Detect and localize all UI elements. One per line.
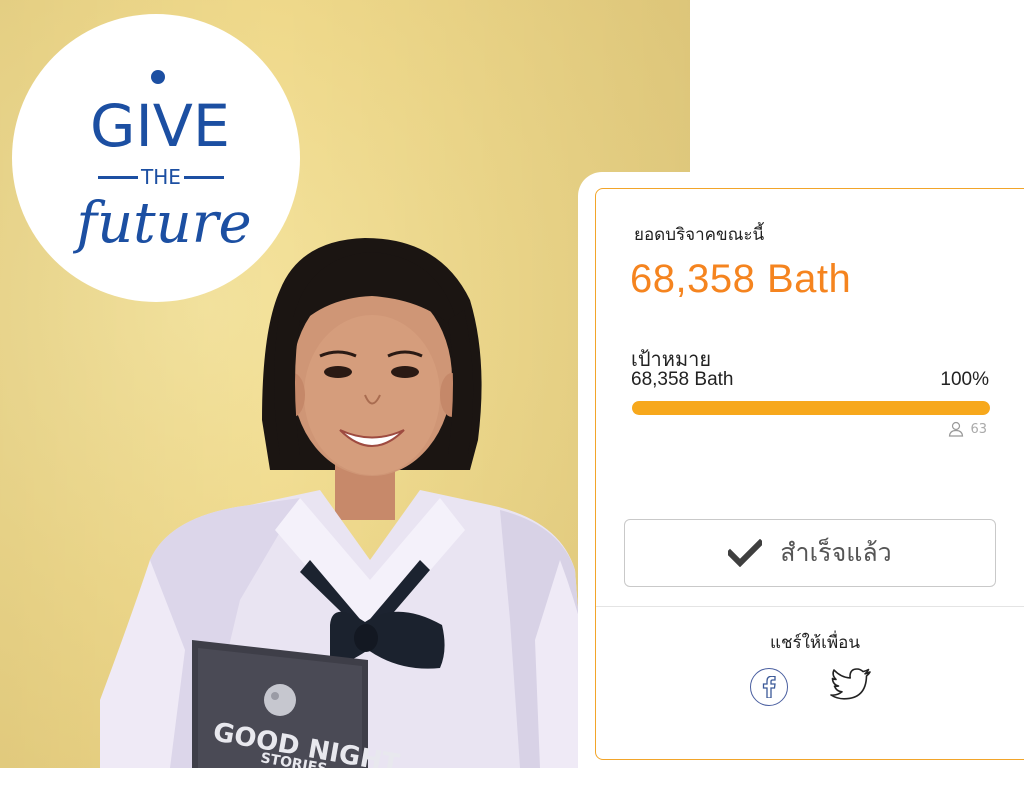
- divider: [596, 606, 1024, 607]
- progress-fill: [632, 401, 990, 415]
- logo-word-the: THE: [140, 165, 181, 189]
- raised-label: ยอดบริจาคขณะนี้: [634, 225, 765, 245]
- share-icons: [750, 667, 872, 707]
- raised-amount: 68,358 Bath: [630, 257, 852, 301]
- share-label: แชร์ให้เพื่อน: [770, 633, 860, 653]
- twitter-share-button[interactable]: [830, 667, 872, 707]
- goal-amount: 68,358 Bath: [631, 369, 734, 390]
- completed-button[interactable]: สำเร็จแล้ว: [624, 519, 996, 587]
- progress-bar: [632, 401, 990, 415]
- donation-card: ยอดบริจาคขณะนี้ 68,358 Bath เป้าหมาย 68,…: [595, 188, 1024, 760]
- logo-graphic: GIVE THE future: [72, 70, 252, 256]
- donor-count-value: 63: [970, 421, 987, 437]
- logo-word-give: GIVE: [90, 92, 230, 160]
- progress-percent: 100%: [940, 369, 989, 390]
- give-the-future-logo: GIVE THE future: [12, 14, 300, 302]
- facebook-icon: [762, 676, 776, 698]
- facebook-share-button[interactable]: [750, 668, 788, 706]
- user-icon: [949, 421, 964, 437]
- donor-count: 63: [948, 421, 987, 437]
- twitter-icon: [830, 668, 871, 700]
- logo-word-future: future: [72, 191, 251, 256]
- check-icon: [728, 539, 763, 567]
- completed-button-label: สำเร็จแล้ว: [780, 538, 892, 567]
